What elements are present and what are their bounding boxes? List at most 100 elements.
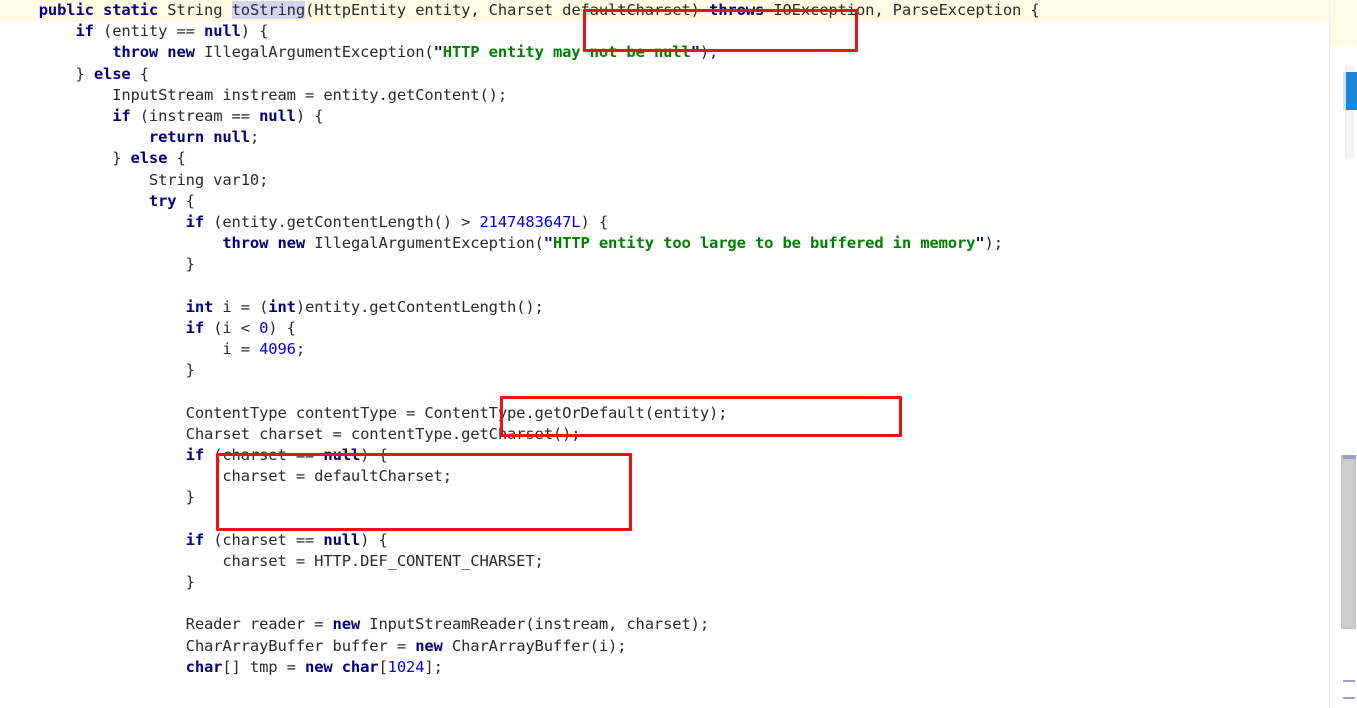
code-line[interactable]: try { <box>0 191 1330 212</box>
code-token: null <box>204 22 241 41</box>
code-line[interactable]: CharArrayBuffer buffer = new CharArrayBu… <box>0 636 1330 657</box>
code-token: )entity.getContentLength(); <box>295 297 544 316</box>
code-token: public <box>38 1 94 19</box>
code-token: new <box>277 234 306 253</box>
code-token: [ <box>378 657 388 676</box>
code-token: null <box>323 445 361 464</box>
code-token: try <box>148 191 177 210</box>
code-token: charset = defaultCharset; <box>2 467 452 486</box>
code-token: throw <box>222 234 269 253</box>
code-token: 0 <box>259 318 269 337</box>
code-line[interactable]: if (entity.getContentLength() > 21474836… <box>0 212 1330 233</box>
code-token: return <box>148 128 205 147</box>
code-token: ) { <box>360 530 388 549</box>
code-token: " <box>543 234 553 253</box>
code-line[interactable]: if (instream == null) { <box>0 106 1330 127</box>
code-line[interactable]: charset = HTTP.DEF_CONTENT_CHARSET; <box>0 551 1330 572</box>
code-token: if <box>112 106 131 125</box>
code-token: ) { <box>268 318 296 337</box>
code-token: if <box>185 445 205 464</box>
code-line[interactable]: if (charset == null) { <box>0 530 1330 551</box>
code-token: " <box>690 43 700 62</box>
scrollbar-marker <box>1343 697 1355 699</box>
code-line[interactable]: } <box>0 572 1330 593</box>
code-token: (entity == <box>93 22 205 41</box>
code-text-area[interactable]: public static String toString(HttpEntity… <box>0 0 1332 708</box>
code-token: (charset == <box>204 445 324 464</box>
code-line[interactable]: } <box>0 487 1330 508</box>
code-line[interactable]: throw new IllegalArgumentException("HTTP… <box>0 42 1330 63</box>
code-token: i = ( <box>213 297 269 316</box>
code-editor[interactable]: public static String toString(HttpEntity… <box>0 0 1357 708</box>
code-token: { <box>130 64 149 83</box>
code-line[interactable]: if (i < 0) { <box>0 318 1330 339</box>
code-token: String <box>158 1 232 19</box>
scrollbar-marker <box>1343 680 1355 682</box>
code-token: (HttpEntity entity, Charset defaultChars… <box>305 1 710 19</box>
code-line[interactable]: InputStream instream = entity.getContent… <box>0 85 1330 106</box>
code-token: ); <box>699 43 719 62</box>
code-token: } <box>2 361 195 380</box>
code-line[interactable]: throw new IllegalArgumentException("HTTP… <box>0 233 1330 254</box>
code-line[interactable]: } else { <box>0 64 1330 85</box>
code-token: HTTP entity may not be null <box>442 43 691 62</box>
code-line[interactable]: if (charset == null) { <box>0 445 1330 466</box>
code-token: [] tmp = <box>222 657 306 676</box>
code-token: ]; <box>424 657 443 676</box>
code-token: Charset charset = contentType.getCharset… <box>2 424 581 443</box>
code-token: CharArrayBuffer buffer = <box>2 636 416 655</box>
code-line[interactable]: Reader reader = new InputStreamReader(in… <box>0 614 1330 635</box>
code-line[interactable] <box>0 275 1330 296</box>
scrollbar-thumb-gray[interactable] <box>1341 455 1356 629</box>
code-token: 4096 <box>259 340 296 358</box>
code-line[interactable]: String var10; <box>0 170 1330 191</box>
code-line[interactable] <box>0 381 1330 402</box>
code-token: } <box>2 64 94 83</box>
code-line[interactable]: Charset charset = contentType.getCharset… <box>0 424 1330 445</box>
code-line[interactable]: int i = (int)entity.getContentLength(); <box>0 297 1330 318</box>
code-token: ; <box>249 128 260 147</box>
code-token: static <box>103 1 159 19</box>
code-token: } <box>2 488 195 507</box>
code-token: charset = HTTP.DEF_CONTENT_CHARSET; <box>2 551 544 570</box>
code-token: ) { <box>360 445 388 464</box>
code-token: new <box>415 636 443 655</box>
code-line[interactable]: } <box>0 254 1330 275</box>
code-line[interactable] <box>0 509 1330 530</box>
scrollbar-thumb-gray-cap <box>1343 455 1356 459</box>
code-line[interactable]: return null; <box>0 127 1330 148</box>
code-token: throws <box>709 1 765 19</box>
code-line[interactable]: charset = defaultCharset; <box>0 466 1330 487</box>
code-token: CharArrayBuffer(i); <box>442 636 627 655</box>
code-token: HTTP entity too large to be buffered in … <box>552 234 976 253</box>
code-line[interactable]: public static String toString(HttpEntity… <box>0 0 1332 22</box>
code-line[interactable]: i = 4096; <box>0 339 1330 360</box>
scrollbar-thumb-blue[interactable] <box>1346 72 1357 110</box>
code-line[interactable]: } <box>0 360 1330 381</box>
code-token: ) { <box>295 106 324 125</box>
code-token: int <box>185 297 214 316</box>
code-line[interactable]: ContentType contentType = ContentType.ge… <box>0 403 1330 424</box>
code-token: { <box>167 149 186 168</box>
code-token: char <box>185 657 223 676</box>
code-line[interactable]: char[] tmp = new char[1024]; <box>0 657 1330 678</box>
code-line[interactable]: if (entity == null) { <box>0 21 1330 42</box>
code-line[interactable]: } else { <box>0 148 1330 169</box>
code-token: ; <box>295 340 306 358</box>
code-line[interactable] <box>0 593 1330 614</box>
editor-right-gutter[interactable] <box>1329 0 1357 708</box>
code-token: 1024 <box>387 657 425 676</box>
code-token: ) { <box>580 212 609 231</box>
